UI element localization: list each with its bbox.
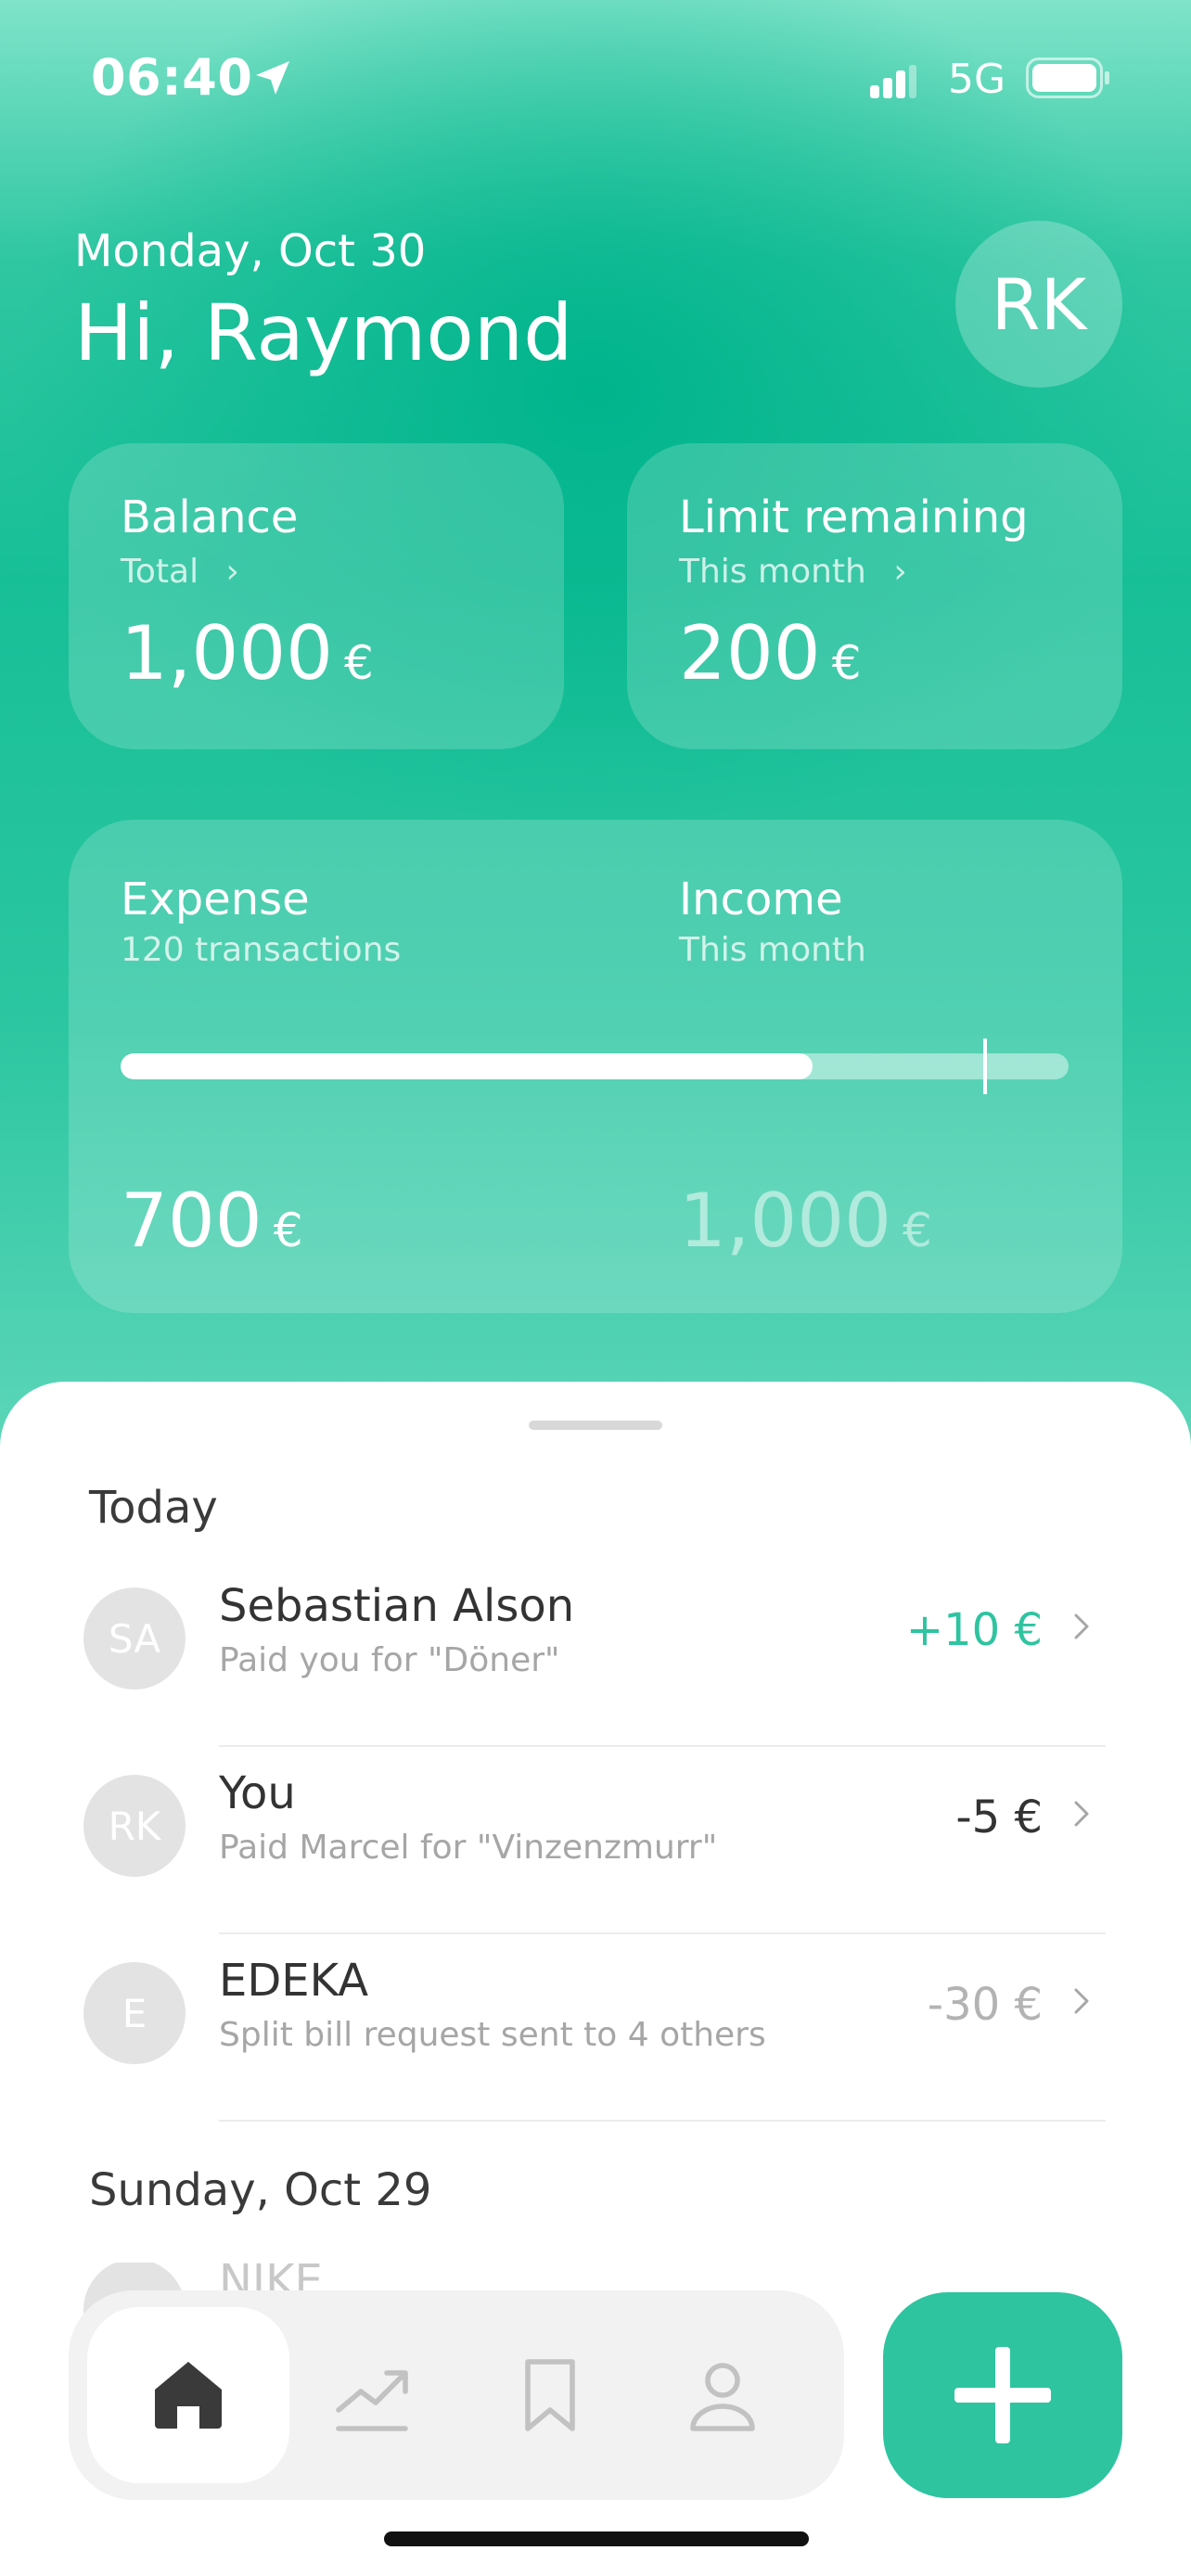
balance-title: Balance [121,491,299,543]
profile-avatar[interactable]: RK [955,221,1122,388]
limit-card[interactable]: Limit remaining This month › 200 € [627,443,1122,749]
expense-title: Expense [121,874,310,925]
divider [219,2120,1106,2122]
location-arrow-icon [256,61,289,95]
greeting-title: Hi, Raymond [74,287,573,378]
transaction-row[interactable]: E EDEKA Split bill request sent to 4 oth… [0,1934,1191,2122]
transaction-amount: +10 € [905,1604,1043,1656]
home-icon [155,2362,222,2429]
home-indicator [384,2531,809,2546]
transaction-description: Paid you for "Döner" [219,1641,560,1679]
avatar: RK [83,1775,186,1877]
transaction-amount: -5 € [955,1792,1043,1843]
nav-statistics[interactable] [271,2307,473,2483]
signal-icon [870,65,916,98]
transaction-name: Sebastian Alson [219,1580,575,1632]
transaction-row[interactable]: RK You Paid Marcel for "Vinzenzmurr" -5 … [0,1747,1191,1934]
network-label: 5G [948,56,1006,103]
transaction-description: Split bill request sent to 4 others [219,2016,766,2054]
bottom-nav [69,2290,844,2500]
profile-icon [690,2363,755,2431]
balance-amount: 1,000 € [121,610,374,696]
income-title: Income [679,874,843,925]
chevron-right-icon: › [225,553,239,591]
battery-icon [1026,57,1109,98]
status-bar: 06:40 5G [0,0,1191,158]
chevron-right-icon [1074,1988,1089,2014]
nav-profile[interactable] [621,2307,824,2483]
avatar: SA [83,1588,186,1690]
bookmark-icon [525,2359,575,2431]
transaction-amount: -30 € [927,1979,1043,2031]
transaction-name: EDEKA [219,1955,369,2007]
expense-subtitle: 120 transactions [121,931,402,969]
chevron-right-icon: › [893,553,907,591]
expense-progress-bar [121,1053,1069,1079]
current-date: Monday, Oct 30 [74,225,427,277]
section-title-sunday: Sunday, Oct 29 [89,2164,432,2216]
limit-title: Limit remaining [679,491,1029,543]
limit-amount: 200 € [679,610,862,696]
limit-subtitle: This month › [679,553,907,591]
status-time: 06:40 [91,48,253,107]
plus-icon [954,2347,1051,2443]
chevron-right-icon [1074,1801,1089,1827]
expense-progress-fill [121,1053,813,1079]
trend-icon [336,2370,408,2431]
avatar: E [83,1962,186,2064]
expense-income-card[interactable]: Expense 120 transactions Income This mon… [69,820,1122,1313]
transaction-row[interactable]: SA Sebastian Alson Paid you for "Döner" … [0,1560,1191,1747]
add-transaction-button[interactable] [883,2292,1122,2498]
progress-marker [983,1039,987,1094]
chevron-right-icon [1074,1613,1089,1639]
transaction-description: Paid Marcel for "Vinzenzmurr" [219,1829,718,1867]
expense-amount: 700 € [121,1178,303,1264]
income-amount: 1,000 € [679,1178,932,1264]
sheet-handle[interactable] [529,1421,662,1430]
income-subtitle: This month [679,931,866,969]
balance-card[interactable]: Balance Total › 1,000 € [69,443,564,749]
section-title-today: Today [89,1482,218,1534]
transaction-name: You [219,1767,296,1819]
balance-subtitle: Total › [121,553,239,591]
nav-home[interactable] [87,2307,289,2483]
